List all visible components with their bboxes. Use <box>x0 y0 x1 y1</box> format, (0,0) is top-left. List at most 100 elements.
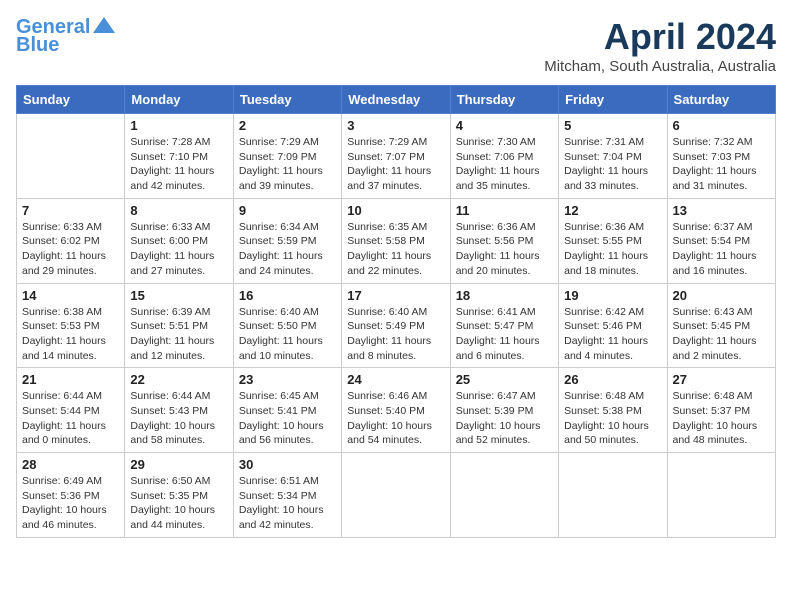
cell-info: Sunrise: 6:44 AMSunset: 5:43 PMDaylight:… <box>130 389 227 448</box>
cell-info: Sunrise: 7:32 AMSunset: 7:03 PMDaylight:… <box>673 135 770 194</box>
calendar-cell: 23 Sunrise: 6:45 AMSunset: 5:41 PMDayligh… <box>233 368 341 453</box>
weekday-header-wednesday: Wednesday <box>342 86 450 114</box>
calendar-cell: 16 Sunrise: 6:40 AMSunset: 5:50 PMDayligh… <box>233 283 341 368</box>
day-number: 30 <box>239 457 336 472</box>
day-number: 4 <box>456 118 553 133</box>
cell-info: Sunrise: 7:31 AMSunset: 7:04 PMDaylight:… <box>564 135 661 194</box>
cell-info: Sunrise: 6:38 AMSunset: 5:53 PMDaylight:… <box>22 305 119 364</box>
day-number: 12 <box>564 203 661 218</box>
cell-info: Sunrise: 6:40 AMSunset: 5:50 PMDaylight:… <box>239 305 336 364</box>
cell-info: Sunrise: 6:44 AMSunset: 5:44 PMDaylight:… <box>22 389 119 448</box>
page-header: General Blue April 2024 Mitcham, South A… <box>16 16 776 75</box>
day-number: 3 <box>347 118 444 133</box>
cell-info: Sunrise: 6:43 AMSunset: 5:45 PMDaylight:… <box>673 305 770 364</box>
cell-info: Sunrise: 6:33 AMSunset: 6:02 PMDaylight:… <box>22 220 119 279</box>
day-number: 20 <box>673 288 770 303</box>
day-number: 11 <box>456 203 553 218</box>
calendar-cell: 20 Sunrise: 6:43 AMSunset: 5:45 PMDayligh… <box>667 283 775 368</box>
cell-info: Sunrise: 6:48 AMSunset: 5:38 PMDaylight:… <box>564 389 661 448</box>
cell-info: Sunrise: 6:34 AMSunset: 5:59 PMDaylight:… <box>239 220 336 279</box>
day-number: 8 <box>130 203 227 218</box>
calendar-cell: 7Sunrise: 6:33 AMSunset: 6:02 PMDaylight… <box>17 198 125 283</box>
title-block: April 2024 Mitcham, South Australia, Aus… <box>544 16 776 75</box>
calendar-cell: 25Sunrise: 6:47 AMSunset: 5:39 PMDayligh… <box>450 368 558 453</box>
cell-info: Sunrise: 6:48 AMSunset: 5:37 PMDaylight:… <box>673 389 770 448</box>
day-number: 26 <box>564 372 661 387</box>
day-number: 10 <box>347 203 444 218</box>
calendar-cell: 3 Sunrise: 7:29 AMSunset: 7:07 PMDaylight… <box>342 114 450 199</box>
day-number: 13 <box>673 203 770 218</box>
day-number: 21 <box>22 372 119 387</box>
day-number: 16 <box>239 288 336 303</box>
day-number: 2 <box>239 118 336 133</box>
cell-info: Sunrise: 6:36 AMSunset: 5:56 PMDaylight:… <box>456 220 553 279</box>
calendar-cell <box>667 453 775 538</box>
cell-info: Sunrise: 6:47 AMSunset: 5:39 PMDaylight:… <box>456 389 553 448</box>
calendar-week-row: 7Sunrise: 6:33 AMSunset: 6:02 PMDaylight… <box>17 198 776 283</box>
calendar-cell: 28 Sunrise: 6:49 AMSunset: 5:36 PMDayligh… <box>17 453 125 538</box>
weekday-header-thursday: Thursday <box>450 86 558 114</box>
weekday-header-saturday: Saturday <box>667 86 775 114</box>
day-number: 1 <box>130 118 227 133</box>
calendar-cell: 29Sunrise: 6:50 AMSunset: 5:35 PMDayligh… <box>125 453 233 538</box>
cell-info: Sunrise: 7:29 AMSunset: 7:09 PMDaylight:… <box>239 135 336 194</box>
day-number: 18 <box>456 288 553 303</box>
calendar-cell <box>342 453 450 538</box>
cell-info: Sunrise: 6:33 AMSunset: 6:00 PMDaylight:… <box>130 220 227 279</box>
cell-info: Sunrise: 7:30 AMSunset: 7:06 PMDaylight:… <box>456 135 553 194</box>
calendar-week-row: 28 Sunrise: 6:49 AMSunset: 5:36 PMDayligh… <box>17 453 776 538</box>
weekday-header-friday: Friday <box>559 86 667 114</box>
calendar-cell: 13Sunrise: 6:37 AMSunset: 5:54 PMDayligh… <box>667 198 775 283</box>
day-number: 28 <box>22 457 119 472</box>
calendar-cell: 21 Sunrise: 6:44 AMSunset: 5:44 PMDayligh… <box>17 368 125 453</box>
day-number: 24 <box>347 372 444 387</box>
logo-icon <box>93 17 115 33</box>
cell-info: Sunrise: 6:35 AMSunset: 5:58 PMDaylight:… <box>347 220 444 279</box>
calendar-cell <box>450 453 558 538</box>
cell-info: Sunrise: 7:28 AMSunset: 7:10 PMDaylight:… <box>130 135 227 194</box>
weekday-header-sunday: Sunday <box>17 86 125 114</box>
day-number: 27 <box>673 372 770 387</box>
calendar-cell: 8 Sunrise: 6:33 AMSunset: 6:00 PMDaylight… <box>125 198 233 283</box>
calendar-cell <box>559 453 667 538</box>
calendar-cell: 17 Sunrise: 6:40 AMSunset: 5:49 PMDayligh… <box>342 283 450 368</box>
day-number: 6 <box>673 118 770 133</box>
day-number: 17 <box>347 288 444 303</box>
day-number: 23 <box>239 372 336 387</box>
cell-info: Sunrise: 6:46 AMSunset: 5:40 PMDaylight:… <box>347 389 444 448</box>
calendar-cell: 14 Sunrise: 6:38 AMSunset: 5:53 PMDayligh… <box>17 283 125 368</box>
calendar-cell: 9Sunrise: 6:34 AMSunset: 5:59 PMDaylight… <box>233 198 341 283</box>
day-number: 29 <box>130 457 227 472</box>
cell-info: Sunrise: 6:51 AMSunset: 5:34 PMDaylight:… <box>239 474 336 533</box>
day-number: 14 <box>22 288 119 303</box>
calendar-cell: 24 Sunrise: 6:46 AMSunset: 5:40 PMDayligh… <box>342 368 450 453</box>
day-number: 15 <box>130 288 227 303</box>
cell-info: Sunrise: 6:36 AMSunset: 5:55 PMDaylight:… <box>564 220 661 279</box>
location-title: Mitcham, South Australia, Australia <box>544 58 776 75</box>
calendar-week-row: 1 Sunrise: 7:28 AMSunset: 7:10 PMDaylight… <box>17 114 776 199</box>
cell-info: Sunrise: 6:40 AMSunset: 5:49 PMDaylight:… <box>347 305 444 364</box>
calendar-cell: 26 Sunrise: 6:48 AMSunset: 5:38 PMDayligh… <box>559 368 667 453</box>
calendar-cell: 4 Sunrise: 7:30 AMSunset: 7:06 PMDaylight… <box>450 114 558 199</box>
cell-info: Sunrise: 6:45 AMSunset: 5:41 PMDaylight:… <box>239 389 336 448</box>
cell-info: Sunrise: 6:39 AMSunset: 5:51 PMDaylight:… <box>130 305 227 364</box>
calendar-cell: 2 Sunrise: 7:29 AMSunset: 7:09 PMDaylight… <box>233 114 341 199</box>
calendar-cell: 30 Sunrise: 6:51 AMSunset: 5:34 PMDayligh… <box>233 453 341 538</box>
cell-info: Sunrise: 6:41 AMSunset: 5:47 PMDaylight:… <box>456 305 553 364</box>
cell-info: Sunrise: 6:49 AMSunset: 5:36 PMDaylight:… <box>22 474 119 533</box>
cell-info: Sunrise: 7:29 AMSunset: 7:07 PMDaylight:… <box>347 135 444 194</box>
calendar-cell: 27 Sunrise: 6:48 AMSunset: 5:37 PMDayligh… <box>667 368 775 453</box>
cell-info: Sunrise: 6:42 AMSunset: 5:46 PMDaylight:… <box>564 305 661 364</box>
calendar-cell <box>17 114 125 199</box>
weekday-header-tuesday: Tuesday <box>233 86 341 114</box>
calendar-week-row: 14 Sunrise: 6:38 AMSunset: 5:53 PMDayligh… <box>17 283 776 368</box>
day-number: 19 <box>564 288 661 303</box>
weekday-header-row: SundayMondayTuesdayWednesdayThursdayFrid… <box>17 86 776 114</box>
logo: General Blue <box>16 16 115 56</box>
calendar-cell: 15 Sunrise: 6:39 AMSunset: 5:51 PMDayligh… <box>125 283 233 368</box>
calendar-table: SundayMondayTuesdayWednesdayThursdayFrid… <box>16 85 776 538</box>
day-number: 22 <box>130 372 227 387</box>
calendar-cell: 10 Sunrise: 6:35 AMSunset: 5:58 PMDayligh… <box>342 198 450 283</box>
calendar-cell: 11 Sunrise: 6:36 AMSunset: 5:56 PMDayligh… <box>450 198 558 283</box>
calendar-cell: 22 Sunrise: 6:44 AMSunset: 5:43 PMDayligh… <box>125 368 233 453</box>
